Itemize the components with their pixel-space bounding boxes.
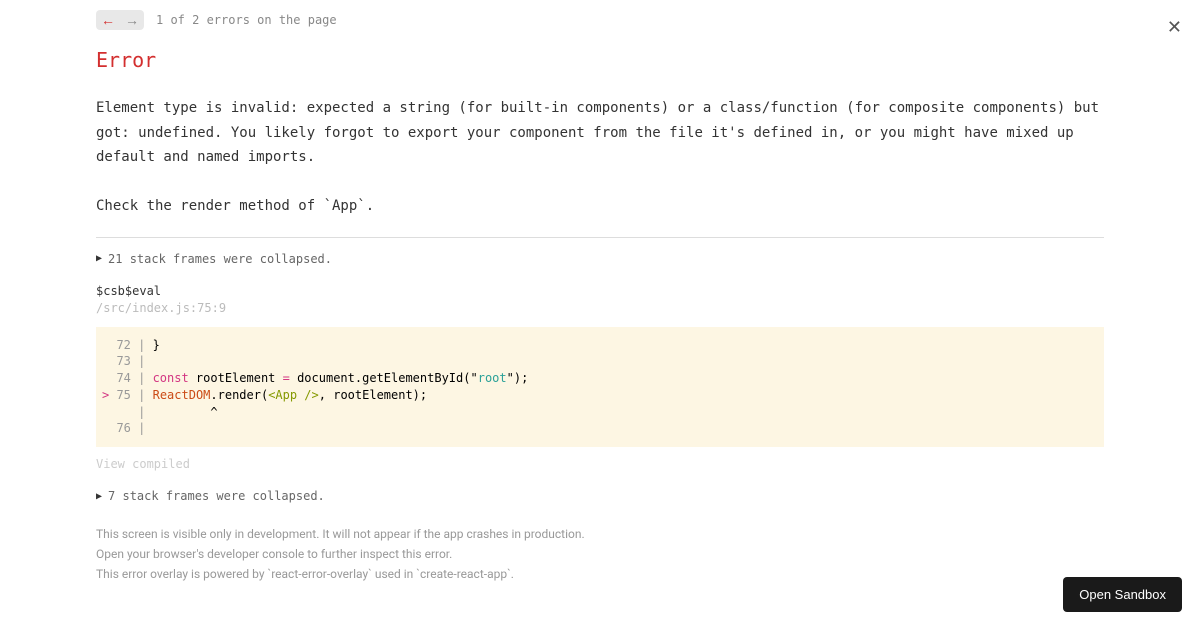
footer-line-3: This error overlay is powered by `react-…: [96, 565, 1104, 583]
expand-icon: ▶: [96, 491, 102, 502]
error-nav-buttons: ← →: [96, 10, 144, 30]
collapsed-frames-bottom-label: 7 stack frames were collapsed.: [108, 489, 325, 503]
footer-line-1: This screen is visible only in developme…: [96, 525, 1104, 543]
next-error-button[interactable]: →: [120, 10, 144, 30]
stack-frame-name: $csb$eval: [96, 284, 1104, 298]
footer-info: This screen is visible only in developme…: [96, 525, 1104, 583]
divider: [96, 237, 1104, 238]
open-sandbox-button[interactable]: Open Sandbox: [1063, 577, 1182, 612]
error-count-label: 1 of 2 errors on the page: [156, 13, 337, 27]
close-button[interactable]: ✕: [1167, 18, 1182, 36]
close-icon: ✕: [1167, 17, 1182, 37]
expand-icon: ▶: [96, 253, 102, 264]
footer-line-2: Open your browser's developer console to…: [96, 545, 1104, 563]
collapsed-frames-top[interactable]: ▶ 21 stack frames were collapsed.: [96, 252, 1104, 266]
view-compiled-link[interactable]: View compiled: [96, 457, 1104, 471]
collapsed-frames-bottom[interactable]: ▶ 7 stack frames were collapsed.: [96, 489, 1104, 503]
error-message: Element type is invalid: expected a stri…: [96, 96, 1104, 219]
error-title: Error: [96, 48, 1104, 72]
code-snippet: 72 | } 73 | 74 | const rootElement = doc…: [96, 327, 1104, 448]
prev-error-button[interactable]: ←: [96, 10, 120, 30]
collapsed-frames-top-label: 21 stack frames were collapsed.: [108, 252, 332, 266]
stack-frame-location: /src/index.js:75:9: [96, 301, 1104, 315]
error-nav-bar: ← → 1 of 2 errors on the page: [96, 10, 1104, 30]
